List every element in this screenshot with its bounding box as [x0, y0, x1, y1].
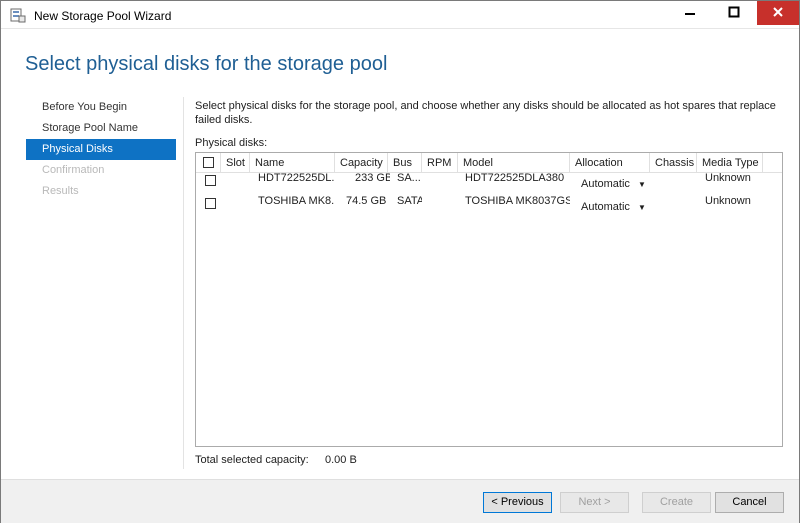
maximize-button[interactable] [713, 1, 755, 25]
title-bar[interactable]: New Storage Pool Wizard [1, 1, 799, 29]
nav-divider [183, 97, 184, 469]
cell-chassis [650, 190, 697, 213]
allocation-dropdown[interactable]: Automatic ▼ [581, 198, 646, 217]
wizard-footer: < Previous Next > Create Cancel [1, 479, 799, 523]
chevron-down-icon: ▼ [638, 203, 646, 212]
cell-capacity: 233 GB [355, 172, 390, 184]
cell-bus: SATA [397, 195, 422, 207]
wizard-nav: Before You Begin Storage Pool Name Physi… [26, 97, 176, 202]
wizard-window: New Storage Pool Wizard Select physical … [0, 0, 800, 523]
cell-rpm [422, 167, 458, 190]
table-row[interactable]: TOSHIBA MK8... 74.5 GB SATA TOSHIBA MK80… [196, 195, 782, 219]
column-header-allocation[interactable]: Allocation [570, 153, 650, 173]
page-title: Select physical disks for the storage po… [25, 53, 388, 75]
cell-name: TOSHIBA MK8... [258, 195, 335, 207]
cell-media-type: Unknown [705, 195, 751, 207]
select-all-cell [196, 153, 221, 173]
cell-rpm [422, 190, 458, 213]
close-button[interactable] [757, 1, 799, 25]
nav-item-physical-disks[interactable]: Physical Disks [26, 139, 176, 160]
nav-item-before-you-begin[interactable]: Before You Begin [26, 97, 176, 118]
cell-media-type: Unknown [705, 172, 751, 184]
maximize-icon [728, 6, 740, 21]
nav-item-storage-pool-name[interactable]: Storage Pool Name [26, 118, 176, 139]
cell-model: HDT722525DLA380 [465, 172, 565, 184]
select-all-checkbox[interactable] [203, 157, 214, 168]
chevron-down-icon: ▼ [638, 180, 646, 189]
page-description: Select physical disks for the storage po… [195, 100, 776, 126]
cell-slot [221, 167, 250, 190]
next-button[interactable]: Next > [560, 492, 629, 513]
physical-disks-table[interactable]: Slot Name Capacity Bus RPM Model Allocat… [195, 152, 783, 447]
total-capacity-label: Total selected capacity: [195, 454, 309, 466]
window-title: New Storage Pool Wizard [34, 9, 172, 23]
cell-model: TOSHIBA MK8037GSX [465, 195, 570, 207]
allocation-value: Automatic [581, 178, 630, 190]
create-button[interactable]: Create [642, 492, 711, 513]
cancel-button[interactable]: Cancel [715, 492, 784, 513]
physical-disks-label: Physical disks: [195, 137, 268, 149]
cell-capacity: 74.5 GB [346, 195, 387, 207]
cell-slot [221, 190, 250, 213]
total-capacity-value: 0.00 B [325, 454, 357, 466]
cell-chassis [650, 167, 697, 190]
allocation-dropdown[interactable]: Automatic ▼ [581, 175, 646, 194]
nav-item-confirmation: Confirmation [42, 164, 105, 176]
allocation-value: Automatic [581, 201, 630, 213]
minimize-button[interactable] [669, 1, 711, 25]
storage-pool-icon [10, 7, 26, 23]
nav-item-results: Results [42, 185, 79, 197]
row-checkbox[interactable] [205, 175, 216, 186]
minimize-icon [684, 6, 696, 21]
previous-button[interactable]: < Previous [483, 492, 552, 513]
cell-bus: SA... [397, 172, 421, 184]
cell-name: HDT722525DL... [258, 172, 335, 184]
row-checkbox[interactable] [205, 198, 216, 209]
close-icon [772, 6, 784, 21]
